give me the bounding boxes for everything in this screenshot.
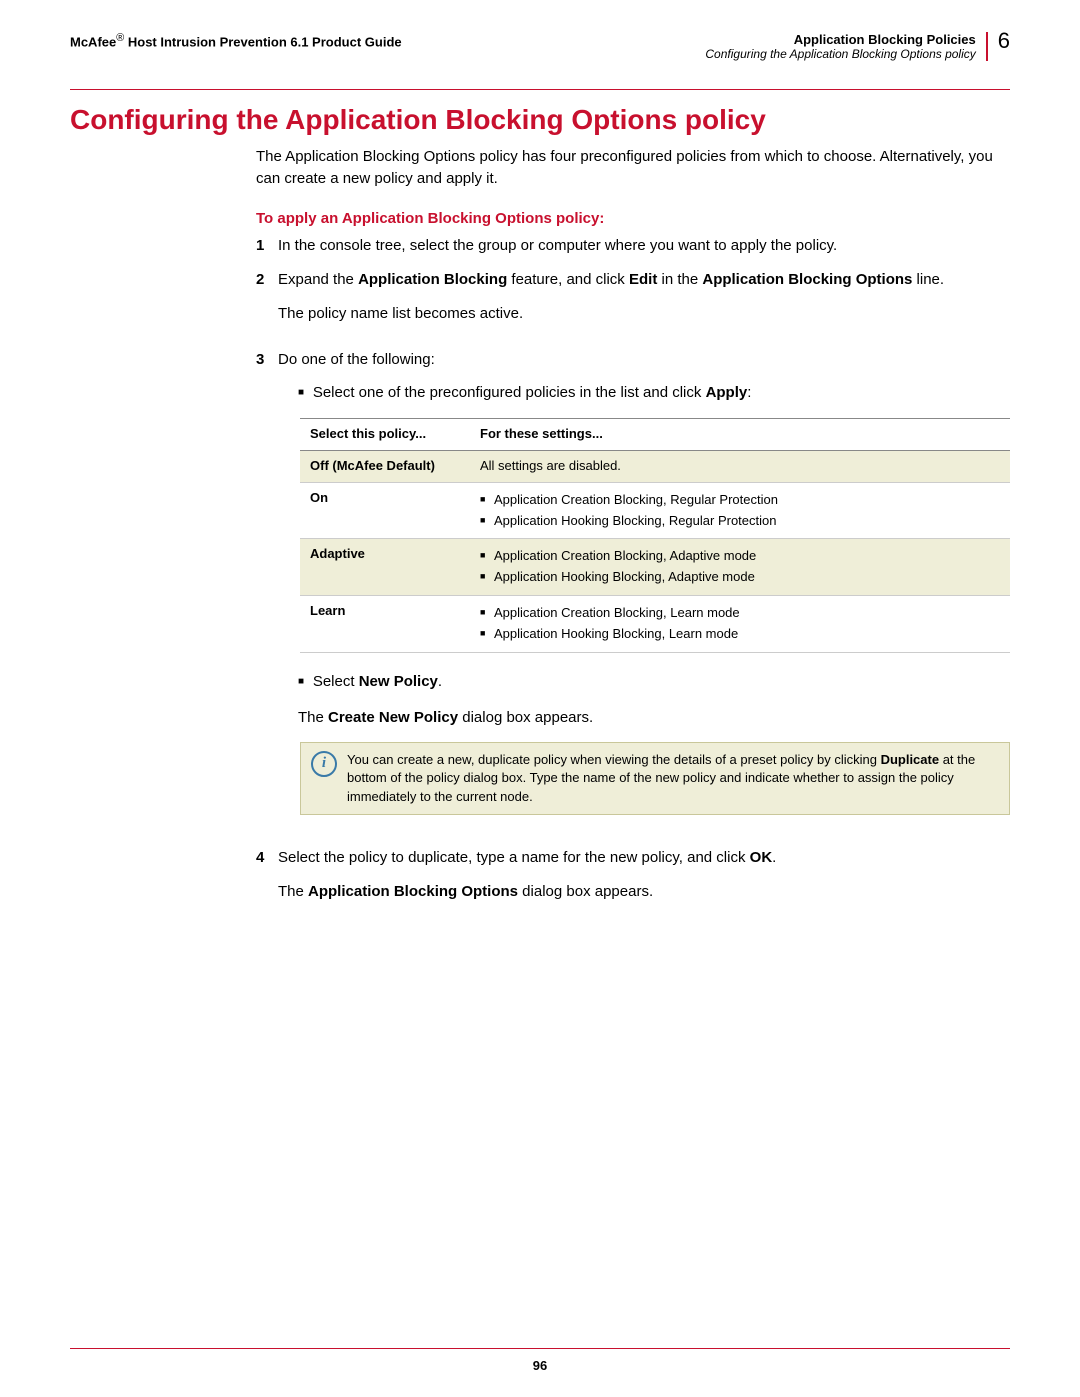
col-header: Select this policy... — [300, 419, 470, 451]
page-number: 96 — [0, 1358, 1080, 1373]
t: feature, and click — [507, 271, 629, 288]
info-note: i You can create a new, duplicate policy… — [300, 742, 1010, 815]
info-icon: i — [311, 751, 337, 777]
t: : — [747, 384, 751, 401]
page-header: McAfee® Host Intrusion Prevention 6.1 Pr… — [70, 32, 1010, 61]
setting-item: Application Creation Blocking, Regular P… — [480, 491, 1000, 510]
policy-settings: Application Creation Blocking, Learn mod… — [470, 596, 1010, 653]
step-2: 2 Expand the Application Blocking featur… — [256, 269, 1010, 337]
sub-bullets: Select New Policy. — [298, 671, 1010, 693]
t: Do one of the following: — [278, 349, 1010, 371]
section-name: Application Blocking Policies — [705, 32, 975, 47]
t: Edit — [629, 271, 657, 288]
t: Select the policy to duplicate, type a n… — [278, 849, 750, 866]
footer-rule — [70, 1348, 1010, 1349]
policy-name: Adaptive — [300, 539, 470, 596]
t: Create New Policy — [328, 709, 458, 726]
step-4: 4 Select the policy to duplicate, type a… — [256, 847, 1010, 915]
policy-settings: All settings are disabled. — [470, 450, 1010, 482]
t: in the — [657, 271, 702, 288]
t: . — [438, 673, 442, 690]
header-right: Application Blocking Policies Configurin… — [705, 32, 1010, 61]
procedure-heading: To apply an Application Blocking Options… — [256, 208, 1010, 230]
table-row: Learn Application Creation Blocking, Lea… — [300, 596, 1010, 653]
step-text: Expand the Application Blocking feature,… — [278, 269, 1010, 337]
t: line. — [912, 271, 944, 288]
t: Apply — [706, 384, 748, 401]
step-number: 4 — [256, 847, 278, 915]
t: The — [298, 709, 328, 726]
header-left: McAfee® Host Intrusion Prevention 6.1 Pr… — [70, 32, 402, 49]
t: Application Blocking Options — [308, 883, 518, 900]
policy-settings: Application Creation Blocking, Adaptive … — [470, 539, 1010, 596]
brand-suffix: ® — [116, 32, 124, 44]
step-text: Select the policy to duplicate, type a n… — [278, 847, 1010, 915]
page-title: Configuring the Application Blocking Opt… — [70, 104, 1080, 136]
step-number: 2 — [256, 269, 278, 337]
step-after: The policy name list becomes active. — [278, 303, 1010, 325]
table-row: Off (McAfee Default) All settings are di… — [300, 450, 1010, 482]
t: Application Blocking Options — [702, 271, 912, 288]
steps-list: 1 In the console tree, select the group … — [256, 235, 1010, 914]
note-text: You can create a new, duplicate policy w… — [347, 751, 999, 806]
t: dialog box appears. — [518, 883, 653, 900]
body-content: The Application Blocking Options policy … — [256, 146, 1010, 914]
t: OK — [750, 849, 773, 866]
table-header-row: Select this policy... For these settings… — [300, 419, 1010, 451]
policy-settings: Application Creation Blocking, Regular P… — [470, 482, 1010, 539]
intro-text: The Application Blocking Options policy … — [256, 146, 1010, 190]
policy-name: On — [300, 482, 470, 539]
step-text: Do one of the following: Select one of t… — [278, 349, 1010, 835]
t: . — [772, 849, 776, 866]
t: Select — [313, 673, 359, 690]
table-row: Adaptive Application Creation Blocking, … — [300, 539, 1010, 596]
sub-bullets: Select one of the preconfigured policies… — [298, 382, 1010, 404]
bullet: Select New Policy. — [298, 671, 1010, 693]
t: Select one of the preconfigured policies… — [313, 384, 706, 401]
step-text: In the console tree, select the group or… — [278, 235, 1010, 257]
t: dialog box appears. — [458, 709, 593, 726]
step-number: 3 — [256, 349, 278, 835]
col-header: For these settings... — [470, 419, 1010, 451]
step-number: 1 — [256, 235, 278, 257]
bullet: Select one of the preconfigured policies… — [298, 382, 1010, 404]
setting-item: Application Creation Blocking, Learn mod… — [480, 604, 1000, 623]
subsection-name: Configuring the Application Blocking Opt… — [705, 47, 975, 61]
doc-title: Host Intrusion Prevention 6.1 Product Gu… — [128, 34, 402, 49]
policy-name: Off (McAfee Default) — [300, 450, 470, 482]
brand: McAfee — [70, 34, 116, 49]
setting-item: Application Hooking Blocking, Regular Pr… — [480, 512, 1000, 531]
step-3: 3 Do one of the following: Select one of… — [256, 349, 1010, 835]
t: You can create a new, duplicate policy w… — [347, 752, 881, 767]
setting-item: Application Creation Blocking, Adaptive … — [480, 547, 1000, 566]
chapter-number: 6 — [998, 28, 1010, 54]
table-row: On Application Creation Blocking, Regula… — [300, 482, 1010, 539]
t: The — [278, 883, 308, 900]
t: Application Blocking — [358, 271, 507, 288]
step-1: 1 In the console tree, select the group … — [256, 235, 1010, 257]
policy-name: Learn — [300, 596, 470, 653]
setting-item: Application Hooking Blocking, Learn mode — [480, 625, 1000, 644]
t: New Policy — [359, 673, 438, 690]
top-rule — [70, 89, 1010, 90]
t: Duplicate — [881, 752, 940, 767]
policy-table: Select this policy... For these settings… — [300, 418, 1010, 653]
setting-item: Application Hooking Blocking, Adaptive m… — [480, 568, 1000, 587]
t: Expand the — [278, 271, 358, 288]
